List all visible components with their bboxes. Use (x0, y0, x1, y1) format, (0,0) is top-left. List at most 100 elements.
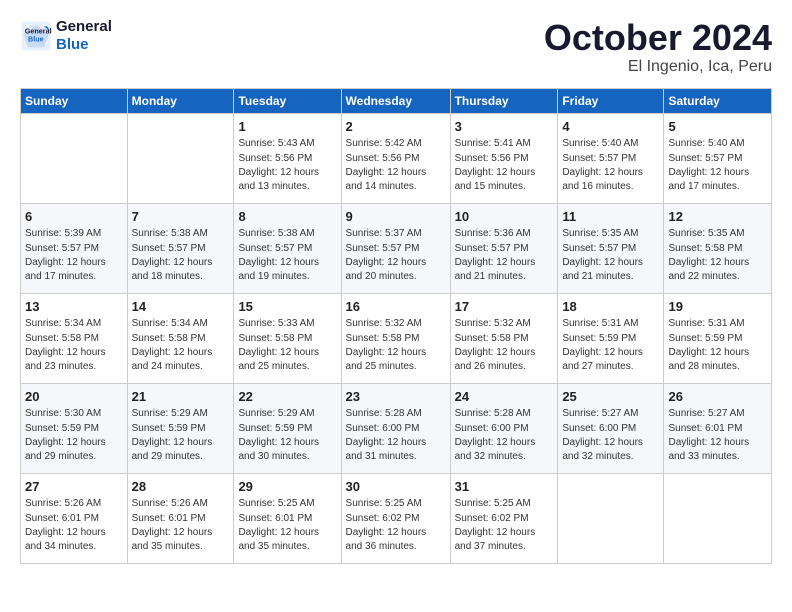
calendar-cell: 29Sunrise: 5:25 AM Sunset: 6:01 PM Dayli… (234, 473, 341, 563)
header: General Blue General Blue October 2024 E… (20, 18, 772, 76)
calendar-cell: 22Sunrise: 5:29 AM Sunset: 5:59 PM Dayli… (234, 383, 341, 473)
day-number: 30 (346, 478, 446, 497)
day-number: 18 (562, 298, 659, 317)
day-info: Sunrise: 5:39 AM Sunset: 5:57 PM Dayligh… (25, 227, 123, 284)
weekday-header: Friday (558, 88, 664, 113)
day-info: Sunrise: 5:35 AM Sunset: 5:58 PM Dayligh… (668, 227, 767, 284)
weekday-header: Thursday (450, 88, 558, 113)
calendar-cell: 11Sunrise: 5:35 AM Sunset: 5:57 PM Dayli… (558, 203, 664, 293)
day-info: Sunrise: 5:33 AM Sunset: 5:58 PM Dayligh… (238, 317, 336, 374)
weekday-header-row: SundayMondayTuesdayWednesdayThursdayFrid… (21, 88, 772, 113)
day-info: Sunrise: 5:35 AM Sunset: 5:57 PM Dayligh… (562, 227, 659, 284)
calendar-cell: 30Sunrise: 5:25 AM Sunset: 6:02 PM Dayli… (341, 473, 450, 563)
day-number: 12 (668, 208, 767, 227)
calendar-cell: 18Sunrise: 5:31 AM Sunset: 5:59 PM Dayli… (558, 293, 664, 383)
day-info: Sunrise: 5:25 AM Sunset: 6:02 PM Dayligh… (346, 497, 446, 554)
day-number: 15 (238, 298, 336, 317)
day-info: Sunrise: 5:28 AM Sunset: 6:00 PM Dayligh… (455, 407, 554, 464)
day-number: 5 (668, 118, 767, 137)
day-info: Sunrise: 5:31 AM Sunset: 5:59 PM Dayligh… (668, 317, 767, 374)
calendar-cell: 4Sunrise: 5:40 AM Sunset: 5:57 PM Daylig… (558, 113, 664, 203)
calendar-cell: 20Sunrise: 5:30 AM Sunset: 5:59 PM Dayli… (21, 383, 128, 473)
day-info: Sunrise: 5:42 AM Sunset: 5:56 PM Dayligh… (346, 137, 446, 194)
month-title: October 2024 (544, 18, 772, 58)
calendar-cell: 13Sunrise: 5:34 AM Sunset: 5:58 PM Dayli… (21, 293, 128, 383)
page: General Blue General Blue October 2024 E… (0, 0, 792, 612)
day-info: Sunrise: 5:34 AM Sunset: 5:58 PM Dayligh… (25, 317, 123, 374)
calendar-cell: 5Sunrise: 5:40 AM Sunset: 5:57 PM Daylig… (664, 113, 772, 203)
calendar-cell: 25Sunrise: 5:27 AM Sunset: 6:00 PM Dayli… (558, 383, 664, 473)
day-info: Sunrise: 5:29 AM Sunset: 5:59 PM Dayligh… (238, 407, 336, 464)
day-number: 17 (455, 298, 554, 317)
svg-text:Blue: Blue (28, 35, 44, 44)
day-number: 14 (132, 298, 230, 317)
day-number: 13 (25, 298, 123, 317)
day-number: 22 (238, 388, 336, 407)
day-number: 6 (25, 208, 123, 227)
day-info: Sunrise: 5:31 AM Sunset: 5:59 PM Dayligh… (562, 317, 659, 374)
calendar-cell: 21Sunrise: 5:29 AM Sunset: 5:59 PM Dayli… (127, 383, 234, 473)
calendar-cell: 31Sunrise: 5:25 AM Sunset: 6:02 PM Dayli… (450, 473, 558, 563)
day-number: 4 (562, 118, 659, 137)
weekday-header: Sunday (21, 88, 128, 113)
calendar-cell: 26Sunrise: 5:27 AM Sunset: 6:01 PM Dayli… (664, 383, 772, 473)
weekday-header: Wednesday (341, 88, 450, 113)
day-number: 26 (668, 388, 767, 407)
calendar-cell: 17Sunrise: 5:32 AM Sunset: 5:58 PM Dayli… (450, 293, 558, 383)
day-number: 23 (346, 388, 446, 407)
calendar-cell: 8Sunrise: 5:38 AM Sunset: 5:57 PM Daylig… (234, 203, 341, 293)
day-number: 20 (25, 388, 123, 407)
day-number: 2 (346, 118, 446, 137)
day-info: Sunrise: 5:38 AM Sunset: 5:57 PM Dayligh… (132, 227, 230, 284)
day-number: 3 (455, 118, 554, 137)
calendar-cell (127, 113, 234, 203)
calendar-cell: 24Sunrise: 5:28 AM Sunset: 6:00 PM Dayli… (450, 383, 558, 473)
calendar-cell (664, 473, 772, 563)
calendar-cell: 9Sunrise: 5:37 AM Sunset: 5:57 PM Daylig… (341, 203, 450, 293)
calendar-cell: 14Sunrise: 5:34 AM Sunset: 5:58 PM Dayli… (127, 293, 234, 383)
calendar-cell: 23Sunrise: 5:28 AM Sunset: 6:00 PM Dayli… (341, 383, 450, 473)
day-number: 24 (455, 388, 554, 407)
day-info: Sunrise: 5:28 AM Sunset: 6:00 PM Dayligh… (346, 407, 446, 464)
logo: General Blue General Blue (20, 18, 112, 54)
day-info: Sunrise: 5:37 AM Sunset: 5:57 PM Dayligh… (346, 227, 446, 284)
calendar-cell: 1Sunrise: 5:43 AM Sunset: 5:56 PM Daylig… (234, 113, 341, 203)
day-number: 9 (346, 208, 446, 227)
calendar-cell: 28Sunrise: 5:26 AM Sunset: 6:01 PM Dayli… (127, 473, 234, 563)
title-block: October 2024 El Ingenio, Ica, Peru (544, 18, 772, 76)
day-number: 10 (455, 208, 554, 227)
calendar-week-row: 27Sunrise: 5:26 AM Sunset: 6:01 PM Dayli… (21, 473, 772, 563)
day-info: Sunrise: 5:27 AM Sunset: 6:00 PM Dayligh… (562, 407, 659, 464)
day-info: Sunrise: 5:32 AM Sunset: 5:58 PM Dayligh… (455, 317, 554, 374)
day-number: 28 (132, 478, 230, 497)
day-info: Sunrise: 5:34 AM Sunset: 5:58 PM Dayligh… (132, 317, 230, 374)
day-info: Sunrise: 5:25 AM Sunset: 6:02 PM Dayligh… (455, 497, 554, 554)
calendar-cell (21, 113, 128, 203)
day-number: 11 (562, 208, 659, 227)
calendar-cell: 3Sunrise: 5:41 AM Sunset: 5:56 PM Daylig… (450, 113, 558, 203)
calendar-week-row: 20Sunrise: 5:30 AM Sunset: 5:59 PM Dayli… (21, 383, 772, 473)
day-info: Sunrise: 5:30 AM Sunset: 5:59 PM Dayligh… (25, 407, 123, 464)
day-number: 7 (132, 208, 230, 227)
calendar-cell: 12Sunrise: 5:35 AM Sunset: 5:58 PM Dayli… (664, 203, 772, 293)
day-number: 1 (238, 118, 336, 137)
location: El Ingenio, Ica, Peru (544, 58, 772, 76)
weekday-header: Saturday (664, 88, 772, 113)
logo-icon: General Blue (20, 20, 52, 52)
calendar-cell: 10Sunrise: 5:36 AM Sunset: 5:57 PM Dayli… (450, 203, 558, 293)
calendar-week-row: 1Sunrise: 5:43 AM Sunset: 5:56 PM Daylig… (21, 113, 772, 203)
calendar-cell: 16Sunrise: 5:32 AM Sunset: 5:58 PM Dayli… (341, 293, 450, 383)
day-info: Sunrise: 5:29 AM Sunset: 5:59 PM Dayligh… (132, 407, 230, 464)
day-info: Sunrise: 5:25 AM Sunset: 6:01 PM Dayligh… (238, 497, 336, 554)
logo-text: General Blue (56, 18, 112, 54)
calendar-table: SundayMondayTuesdayWednesdayThursdayFrid… (20, 88, 772, 564)
day-info: Sunrise: 5:36 AM Sunset: 5:57 PM Dayligh… (455, 227, 554, 284)
calendar-cell: 27Sunrise: 5:26 AM Sunset: 6:01 PM Dayli… (21, 473, 128, 563)
calendar-cell: 2Sunrise: 5:42 AM Sunset: 5:56 PM Daylig… (341, 113, 450, 203)
day-number: 8 (238, 208, 336, 227)
day-info: Sunrise: 5:43 AM Sunset: 5:56 PM Dayligh… (238, 137, 336, 194)
calendar-cell: 7Sunrise: 5:38 AM Sunset: 5:57 PM Daylig… (127, 203, 234, 293)
weekday-header: Monday (127, 88, 234, 113)
calendar-week-row: 6Sunrise: 5:39 AM Sunset: 5:57 PM Daylig… (21, 203, 772, 293)
day-number: 21 (132, 388, 230, 407)
